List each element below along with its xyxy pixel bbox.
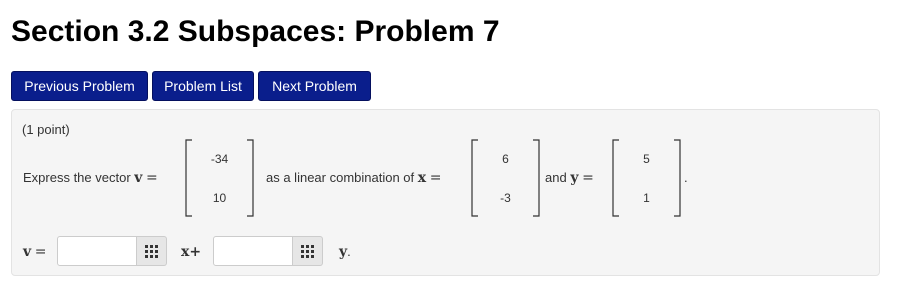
equals-sign: = bbox=[146, 170, 158, 186]
vector-y-entry-1: 5 bbox=[643, 152, 650, 166]
matrix-brackets-icon bbox=[185, 139, 254, 217]
answer-v-symbol: v bbox=[23, 244, 32, 260]
vector-v-entry-2: 10 bbox=[212, 191, 227, 205]
problem-list-button[interactable]: Problem List bbox=[152, 71, 254, 101]
grid-palette-icon bbox=[145, 245, 158, 258]
vector-x-entry-2: -3 bbox=[500, 191, 511, 205]
x-symbol: x bbox=[417, 170, 427, 186]
grid-palette-icon bbox=[301, 245, 314, 258]
answer-lhs: v = bbox=[23, 244, 47, 260]
matrix-brackets-icon bbox=[471, 139, 540, 217]
express-text: Express the vector bbox=[23, 170, 131, 185]
vector-v-matrix: -34 10 bbox=[182, 138, 257, 218]
equation-editor-button-1[interactable] bbox=[137, 236, 167, 266]
previous-problem-button[interactable]: Previous Problem bbox=[11, 71, 148, 101]
equals-sign: = bbox=[429, 170, 442, 186]
x-plus-label: x+ bbox=[181, 244, 201, 260]
matrix-brackets-icon bbox=[612, 139, 681, 217]
answer-y-symbol: y bbox=[339, 244, 348, 260]
equation-editor-button-2[interactable] bbox=[293, 236, 323, 266]
vector-x-matrix: 6 -3 bbox=[468, 138, 543, 218]
vector-v-entry-1: -34 bbox=[210, 152, 229, 166]
y-end-label: y. bbox=[339, 244, 351, 260]
y-symbol: y bbox=[570, 170, 579, 186]
next-problem-button[interactable]: Next Problem bbox=[258, 71, 371, 101]
coefficient-y-input[interactable] bbox=[213, 236, 293, 266]
vector-y-matrix: 5 1 bbox=[609, 138, 684, 218]
points-label: (1 point) bbox=[22, 122, 70, 137]
answer-period: . bbox=[347, 244, 351, 259]
answer-x-plus: x+ bbox=[181, 244, 202, 260]
combo-text: as a linear combination of bbox=[266, 170, 415, 185]
and-text-group: and y = bbox=[545, 170, 594, 186]
answer-equals: = bbox=[34, 244, 47, 260]
equals-sign: = bbox=[582, 170, 594, 186]
and-text: and bbox=[545, 170, 567, 185]
v-symbol: v bbox=[134, 170, 143, 186]
problem-statement-intro: Express the vector v = bbox=[23, 170, 158, 186]
combination-text: as a linear combination of x = bbox=[266, 170, 442, 186]
coefficient-x-input[interactable] bbox=[57, 236, 137, 266]
statement-period: . bbox=[684, 170, 688, 185]
vector-y-entry-2: 1 bbox=[643, 191, 650, 205]
vector-x-entry-1: 6 bbox=[502, 152, 509, 166]
page-title: Section 3.2 Subspaces: Problem 7 bbox=[11, 15, 500, 48]
